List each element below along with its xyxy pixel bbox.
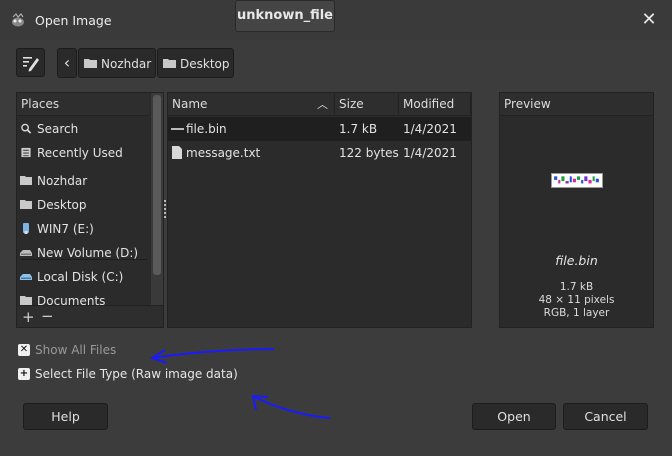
- drive-icon: [20, 250, 32, 256]
- usb-drive-icon: [23, 223, 29, 234]
- collapse-icon: ✕: [18, 344, 30, 356]
- sidebar-item-label: New Volume (D:): [37, 246, 139, 260]
- title-bar: Open Image ✕: [0, 0, 672, 40]
- file-name: message.txt: [186, 146, 261, 160]
- preview-header: Preview: [500, 93, 653, 116]
- search-icon: [21, 123, 32, 134]
- file-size: 1.7 kB: [339, 122, 378, 136]
- sidebar-item-label: WIN7 (E:): [37, 222, 94, 236]
- places-scrollbar[interactable]: [151, 93, 163, 305]
- sidebar-item-recent[interactable]: Recently Used: [17, 141, 149, 165]
- text-file-icon: [172, 146, 182, 159]
- preview-dimensions: 48 × 11 pixels: [538, 294, 615, 306]
- expander-label: Show All Files: [35, 343, 117, 357]
- sidebar-item-win7[interactable]: WIN7 (E:): [17, 217, 149, 241]
- breadcrumb-label: Nozhdar: [101, 57, 152, 71]
- recent-icon: [21, 147, 31, 158]
- pencil-icon: [23, 57, 39, 72]
- column-header-name[interactable]: Name ︿: [168, 93, 335, 116]
- breadcrumb-nozhdar[interactable]: Nozhdar: [78, 48, 156, 78]
- sidebar-item-desktop[interactable]: Desktop: [17, 193, 149, 217]
- sidebar-item-label: Local Disk (C:): [37, 270, 124, 284]
- window-title: Open Image: [35, 13, 112, 28]
- select-file-type-expander[interactable]: + Select File Type (Raw image data): [16, 364, 238, 384]
- gimp-app-icon: [12, 13, 24, 27]
- file-name: file.bin: [186, 122, 227, 136]
- folder-icon: [20, 200, 32, 209]
- scrollbar-thumb[interactable]: [153, 95, 161, 275]
- preview-size: 1.7 kB: [559, 281, 594, 293]
- cancel-button[interactable]: Cancel: [563, 403, 648, 430]
- add-bookmark-icon[interactable]: +: [22, 308, 35, 326]
- edit-location-button[interactable]: [16, 48, 45, 77]
- breadcrumb-current[interactable]: unknown_file: [235, 0, 335, 32]
- folder-icon: [20, 176, 32, 185]
- sidebar-item-label: Desktop: [37, 198, 87, 212]
- folder-icon: [84, 59, 97, 68]
- sort-ascending-icon: ︿: [317, 98, 328, 111]
- file-size: 122 bytes: [339, 146, 399, 160]
- expander-label: Select File Type (Raw image data): [35, 367, 238, 381]
- remove-bookmark-icon[interactable]: −: [41, 307, 54, 325]
- file-modified: 1/4/2021: [403, 122, 457, 136]
- file-row[interactable]: message.txt 122 bytes 1/4/2021: [168, 141, 471, 165]
- sidebar-item-local-disk[interactable]: Local Disk (C:): [17, 265, 149, 289]
- sidebar-item-search[interactable]: Search: [17, 117, 149, 141]
- path-back-button[interactable]: ‹: [57, 48, 77, 78]
- breadcrumb-label: Desktop: [180, 57, 230, 71]
- binary-file-icon: [171, 128, 184, 130]
- open-button[interactable]: Open: [472, 403, 556, 430]
- help-button[interactable]: Help: [23, 403, 108, 430]
- places-sidebar: Places Search Recently Used Nozhdar Desk…: [16, 92, 164, 328]
- sidebar-item-label: Nozhdar: [37, 174, 88, 188]
- file-list: Name ︿ Size Modified file.bin 1.7 kB 1/4…: [167, 92, 472, 328]
- breadcrumb-desktop[interactable]: Desktop: [157, 48, 234, 78]
- preview-thumbnail: [551, 173, 603, 188]
- preview-layers: RGB, 1 layer: [543, 307, 610, 319]
- places-header: Places: [17, 93, 149, 116]
- show-all-files-expander[interactable]: ✕ Show All Files: [16, 340, 116, 360]
- places-toolbar: + −: [17, 305, 163, 327]
- drive-icon: [20, 274, 32, 280]
- sidebar-item-label: Recently Used: [37, 146, 123, 160]
- folder-icon: [163, 59, 176, 68]
- column-label: Name: [172, 97, 208, 111]
- preview-filename: file.bin: [555, 253, 598, 268]
- file-modified: 1/4/2021: [403, 146, 457, 160]
- preview-panel: Preview file.bin 1.7 kB 48 × 11 pixels R…: [499, 92, 654, 328]
- column-header-size[interactable]: Size: [335, 93, 399, 116]
- close-icon[interactable]: ✕: [638, 9, 660, 31]
- sidebar-item-label: Search: [37, 122, 79, 136]
- sidebar-item-nozhdar[interactable]: Nozhdar: [17, 169, 149, 193]
- sidebar-item-new-volume[interactable]: New Volume (D:): [17, 241, 149, 265]
- column-header-modified[interactable]: Modified: [399, 93, 471, 116]
- expand-icon: +: [18, 368, 30, 380]
- file-row[interactable]: file.bin 1.7 kB 1/4/2021: [168, 117, 471, 141]
